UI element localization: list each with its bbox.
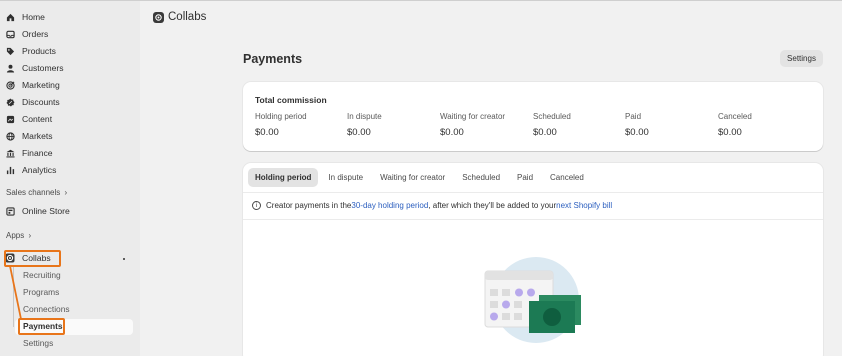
shopify-bill-link[interactable]: next Shopify bill	[556, 201, 612, 210]
empty-state-illustration	[484, 257, 581, 343]
tab-scheduled[interactable]: Scheduled	[455, 168, 507, 187]
tab-waiting-for-creator[interactable]: Waiting for creator	[373, 168, 452, 187]
stat-holding-period: Holding period $0.00	[255, 112, 307, 138]
highlight-connector	[9, 265, 22, 320]
settings-button[interactable]: Settings	[780, 50, 823, 67]
info-banner: i Creator payments in the 30-day holding…	[252, 201, 612, 210]
stat-label: Paid	[625, 112, 642, 121]
commission-card: Total commission Holding period $0.00 In…	[243, 82, 823, 151]
card-title: Total commission	[255, 95, 327, 105]
info-icon: i	[252, 201, 261, 210]
holding-period-link[interactable]: 30-day holding period	[351, 201, 428, 210]
tab-paid[interactable]: Paid	[510, 168, 540, 187]
stat-scheduled: Scheduled $0.00	[533, 112, 571, 138]
info-text: , after which they'll be added to your	[428, 201, 557, 210]
divider	[243, 192, 823, 193]
tab-in-dispute[interactable]: In dispute	[321, 168, 370, 187]
stat-value: $0.00	[718, 127, 742, 138]
stat-paid: Paid $0.00	[625, 112, 649, 138]
divider	[243, 219, 823, 220]
app-title: Collabs	[168, 11, 207, 23]
stat-canceled: Canceled $0.00	[718, 112, 752, 138]
stat-in-dispute: In dispute $0.00	[347, 112, 382, 138]
stat-value: $0.00	[255, 127, 279, 138]
stat-label: Holding period	[255, 112, 307, 121]
stat-value: $0.00	[347, 127, 371, 138]
sidebar: Home Orders Products Customers Marketing…	[0, 1, 140, 356]
stat-waiting-for-creator: Waiting for creator $0.00	[440, 112, 505, 138]
stat-label: Canceled	[718, 112, 752, 121]
app-header: Collabs	[153, 11, 206, 23]
stat-value: $0.00	[533, 127, 557, 138]
tab-bar: Holding period In dispute Waiting for cr…	[248, 167, 594, 187]
stat-label: In dispute	[347, 112, 382, 121]
payments-tabs-card: Holding period In dispute Waiting for cr…	[243, 163, 823, 356]
tab-canceled[interactable]: Canceled	[543, 168, 591, 187]
stat-value: $0.00	[440, 127, 464, 138]
stat-label: Scheduled	[533, 112, 571, 121]
stat-label: Waiting for creator	[440, 112, 506, 121]
page-title: Payments	[243, 52, 303, 66]
tab-holding-period[interactable]: Holding period	[248, 167, 319, 187]
stat-value: $0.00	[625, 127, 649, 138]
collabs-logo-icon	[153, 11, 164, 23]
info-text: Creator payments in the	[266, 201, 352, 210]
